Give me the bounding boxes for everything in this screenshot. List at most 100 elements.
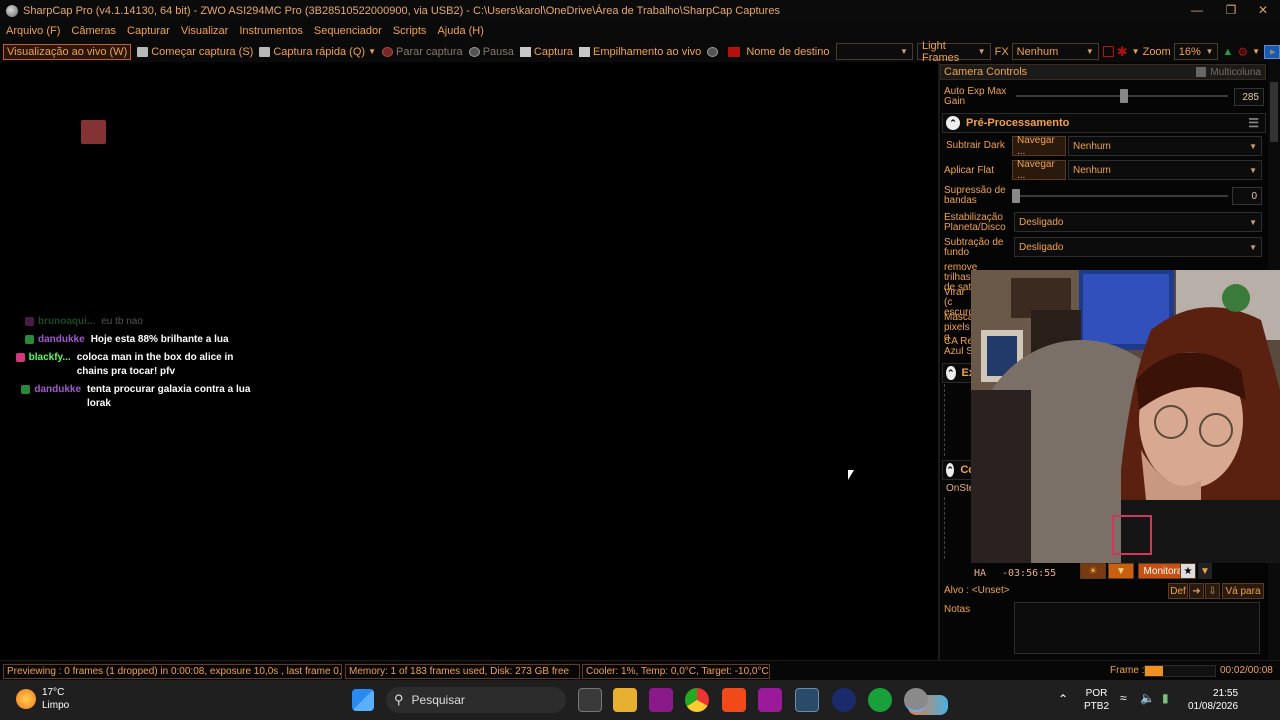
wifi-icon[interactable]: ≈	[1120, 692, 1127, 705]
pause-icon	[468, 46, 480, 57]
crosshair-toggle[interactable]	[1102, 46, 1114, 57]
close-button[interactable]: ✕	[1246, 0, 1280, 21]
minimize-button[interactable]: —	[1180, 0, 1214, 21]
chat-text: Hoje esta 88% brilhante a lua	[90, 334, 229, 345]
xbox-icon[interactable]	[868, 688, 892, 712]
live-stack-label: Empilhamento ao vivo	[593, 45, 702, 58]
notes-textarea[interactable]	[1014, 602, 1260, 654]
chevron-down-icon: ▼	[1249, 242, 1257, 252]
auto-exp-slider-thumb[interactable]	[1120, 89, 1128, 103]
sun-icon: ☀	[1088, 565, 1098, 577]
clock-time: 21:55	[1213, 688, 1239, 699]
file-explorer-icon[interactable]	[613, 688, 637, 712]
chevron-down-icon: ▼	[1249, 217, 1257, 227]
chat-badge-icon	[25, 335, 34, 344]
chevron-down-icon: ▼	[1205, 47, 1214, 56]
onenote-icon[interactable]	[649, 688, 673, 712]
collapse-icon[interactable]: ⌃	[946, 116, 960, 130]
menu-capture[interactable]: Capturar	[127, 25, 170, 37]
toolbar-overflow-icon[interactable]: ▸	[1270, 45, 1276, 58]
goto-button[interactable]: Vá para	[1222, 583, 1264, 599]
histogram-toggle[interactable]	[707, 46, 719, 57]
histogram-button[interactable]: ▲	[1222, 46, 1233, 58]
banding-slider[interactable]	[1016, 195, 1228, 197]
keyboard-layout: PTB2	[1084, 701, 1110, 712]
subtract-dark-select[interactable]: Nenhum ▼	[1068, 136, 1262, 156]
target-name-select[interactable]: ▼	[835, 43, 913, 60]
pause-button[interactable]: Pausa	[468, 46, 514, 58]
obs-capture-icon[interactable]	[795, 688, 819, 712]
chat-badges	[4, 351, 29, 362]
chat-badges	[4, 315, 38, 326]
maximize-button[interactable]: ❐	[1214, 0, 1248, 21]
set-target-button[interactable]: Def	[1168, 583, 1188, 599]
task-view-icon[interactable]	[578, 688, 602, 712]
chevron-down-icon: ▼	[1131, 47, 1140, 56]
frame-label: Frame :	[1110, 665, 1145, 676]
menu-help[interactable]: Ajuda (H)	[437, 25, 483, 37]
frame-type-select[interactable]: Light Frames ▼	[916, 40, 991, 64]
menu-lines-icon[interactable]: ☰	[1248, 116, 1259, 130]
stellarium-icon[interactable]	[832, 688, 856, 712]
volume-muted-icon[interactable]: 🔈	[1140, 692, 1155, 705]
clock[interactable]: 21:55 01/08/2026	[1188, 687, 1238, 713]
live-stack-button[interactable]: Empilhamento ao vivo	[579, 46, 701, 58]
subtract-dark-value: Nenhum	[1073, 140, 1111, 152]
settings-button[interactable]: ⚙ ▼	[1237, 45, 1260, 59]
stabilization-select[interactable]: Desligado ▼	[1014, 212, 1262, 232]
menu-sequencer[interactable]: Sequenciador	[314, 25, 382, 37]
snapshot-button[interactable]: Captura	[519, 45, 574, 58]
zoom-select[interactable]: 16% ▼	[1173, 43, 1219, 60]
menu-cameras[interactable]: Câmeras	[71, 25, 116, 37]
chrome-icon[interactable]	[685, 688, 709, 712]
background-subtraction-select[interactable]: Desligado ▼	[1014, 237, 1262, 257]
circle-icon	[707, 46, 719, 57]
preview-status: Previewing : 0 frames (1 dropped) in 0:0…	[3, 664, 342, 679]
menu-view[interactable]: Visualizar	[181, 25, 229, 37]
multicolumn-toggle[interactable]: Multicoluna	[1196, 67, 1261, 78]
park-button[interactable]: ☀	[1080, 563, 1106, 579]
banding-slider-thumb[interactable]	[1012, 189, 1020, 203]
star-icon[interactable]: ★	[1180, 563, 1196, 579]
stop-capture-button[interactable]: Parar captura	[382, 46, 463, 58]
panel-scrollbar-thumb[interactable]	[1270, 82, 1278, 142]
collapse-icon[interactable]: ⌃	[946, 366, 956, 380]
onenote-icon-2[interactable]	[758, 688, 782, 712]
auto-exp-value[interactable]: 285	[1234, 88, 1264, 106]
weather-widget[interactable]: 17°C Limpo	[16, 686, 69, 712]
fx-value: Nenhum	[1016, 45, 1059, 58]
snapshot-label: Captura	[533, 45, 574, 58]
start-menu-icon[interactable]	[352, 689, 374, 711]
live-view-button[interactable]: Visualização ao vivo (W)	[3, 43, 132, 60]
language-indicator[interactable]: POR PTB2	[1084, 687, 1109, 713]
apply-flat-select[interactable]: Nenhum ▼	[1068, 160, 1262, 180]
brave-icon[interactable]	[722, 688, 746, 712]
toolbar: Visualização ao vivo (W) Começar captura…	[0, 40, 1280, 64]
apply-flat-browse-button[interactable]: Navegar ...	[1012, 159, 1066, 181]
camera-controls-title: Camera Controls	[944, 66, 1028, 78]
window-title: SharpCap Pro (v4.1.14130, 64 bit) - ZWO …	[23, 4, 780, 17]
banding-value[interactable]: 0	[1232, 187, 1262, 205]
chevron-down-icon[interactable]: ▼	[1198, 563, 1212, 579]
battery-icon[interactable]: ▮	[1162, 692, 1169, 705]
taskbar-search[interactable]: ⚲ Pesquisar	[386, 687, 948, 715]
camera-preview-area[interactable]: brunoaqui... eu tb nao dandukke Hoje esta 8…	[0, 62, 937, 660]
subtract-dark-browse-button[interactable]: Navegar ...	[1012, 135, 1066, 157]
collapse-icon[interactable]: ⌃	[946, 463, 955, 477]
menu-tools[interactable]: Instrumentos	[239, 25, 303, 37]
preprocessing-section-header[interactable]: ⌃ Pré-Processamento ☰	[942, 113, 1266, 133]
start-capture-button[interactable]: Começar captura (S)	[137, 46, 253, 58]
target-name-label-wrap: Nome de destino	[728, 46, 830, 58]
video-camera-icon	[259, 46, 271, 57]
menu-scripts[interactable]: Scripts	[393, 25, 427, 37]
arrow-down-icon[interactable]: ⇩	[1205, 583, 1220, 599]
sharpcap-taskbar-icon[interactable]	[904, 688, 928, 712]
arrow-right-icon[interactable]: ➜	[1189, 583, 1204, 599]
move-down-button[interactable]: ▼	[1108, 563, 1134, 579]
menu-file[interactable]: Arquivo (F)	[6, 25, 60, 37]
quick-capture-button[interactable]: Captura rápida (Q) ▼	[259, 46, 376, 58]
fx-select[interactable]: Nenhum ▼	[1011, 43, 1099, 60]
chevron-up-icon[interactable]: ⌃	[1058, 693, 1068, 706]
reticle-toggle[interactable]: ✱ ▼	[1117, 44, 1140, 60]
chat-badges	[4, 333, 38, 344]
